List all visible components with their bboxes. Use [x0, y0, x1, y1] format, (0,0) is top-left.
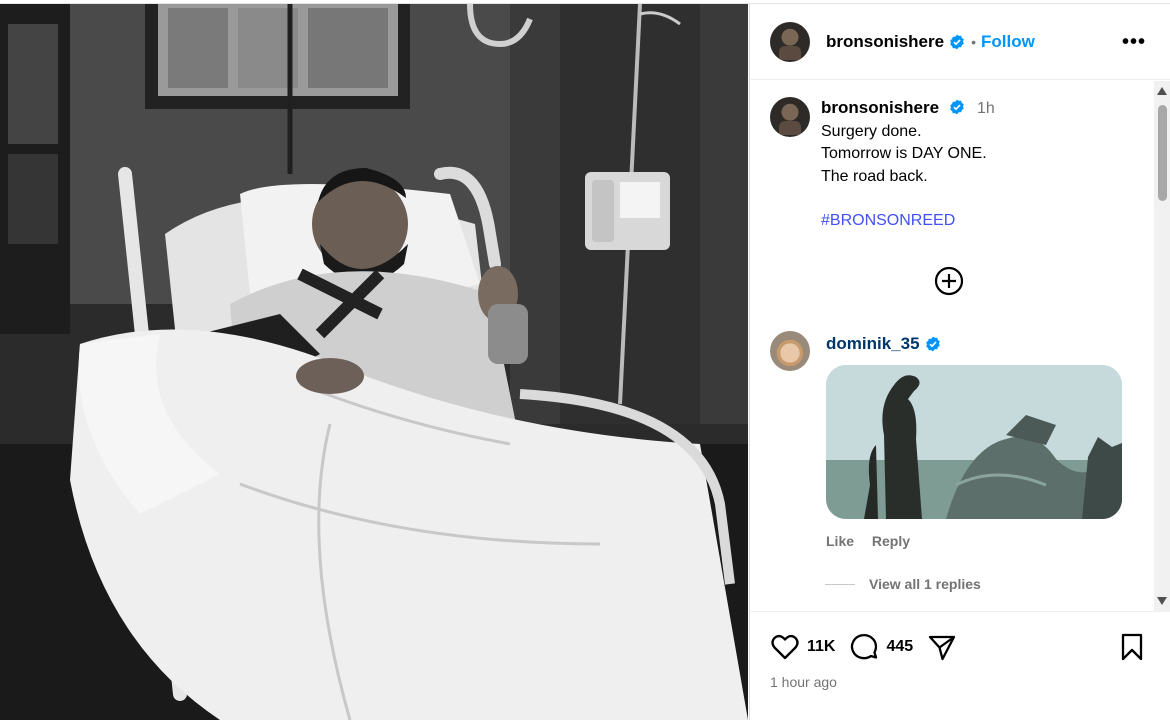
- plus-circle-icon[interactable]: [934, 266, 964, 296]
- hospital-bed-photo-art: [0, 4, 748, 720]
- post-header: bronsonishere • Follow •••: [750, 4, 1170, 80]
- bookmark-icon[interactable]: [1117, 632, 1147, 662]
- comments-list[interactable]: bronsonishere 1h Surgery done. Tomorrow …: [750, 81, 1170, 611]
- scroll-up-arrow-icon[interactable]: [1157, 87, 1167, 95]
- post-sidebar: bronsonishere • Follow ••• bronsonishere…: [749, 4, 1170, 720]
- verified-badge-icon: [925, 336, 940, 352]
- caption-author-avatar[interactable]: [770, 97, 810, 137]
- caption-line: The road back.: [821, 167, 928, 185]
- scroll-thumb[interactable]: [1158, 105, 1167, 201]
- reply-button[interactable]: Reply: [872, 533, 910, 549]
- separator-dot: •: [971, 33, 976, 50]
- verified-badge-icon: [950, 34, 964, 49]
- comment-bubble-icon[interactable]: [849, 632, 879, 662]
- post-actions: 11K 445 1 hour ago: [750, 611, 1170, 720]
- likes-count[interactable]: 11K: [807, 638, 835, 656]
- view-replies-button[interactable]: View all 1 replies: [825, 576, 981, 592]
- verified-badge-icon: [949, 99, 964, 115]
- comments-count[interactable]: 445: [886, 638, 913, 656]
- commenter-avatar[interactable]: [770, 331, 810, 371]
- heart-icon[interactable]: [770, 632, 800, 662]
- caption-line: Surgery done.: [821, 122, 922, 140]
- post-timestamp[interactable]: 1 hour ago: [770, 674, 837, 690]
- post-caption: bronsonishere 1h Surgery done. Tomorrow …: [770, 97, 995, 233]
- author-username[interactable]: bronsonishere: [826, 32, 944, 52]
- caption-line: Tomorrow is DAY ONE.: [821, 145, 987, 162]
- post-photo[interactable]: [0, 4, 748, 720]
- hashtag-link[interactable]: #BRONSONREED: [821, 210, 995, 233]
- follow-button[interactable]: Follow: [981, 32, 1035, 52]
- like-comment-button[interactable]: Like: [826, 533, 854, 549]
- caption-author-username[interactable]: bronsonishere: [821, 98, 939, 117]
- caption-timestamp[interactable]: 1h: [977, 100, 995, 117]
- scroll-down-arrow-icon[interactable]: [1157, 597, 1167, 605]
- comments-scrollbar[interactable]: [1154, 81, 1170, 611]
- share-paper-plane-icon[interactable]: [927, 632, 957, 662]
- author-avatar[interactable]: [770, 21, 810, 62]
- comment-item: dominik_35 Like Reply: [770, 331, 1122, 549]
- godzilla-gif-art: [826, 365, 1122, 519]
- commenter-username[interactable]: dominik_35: [826, 334, 920, 354]
- more-options-icon[interactable]: •••: [1122, 31, 1146, 54]
- comment-gif[interactable]: [826, 365, 1122, 519]
